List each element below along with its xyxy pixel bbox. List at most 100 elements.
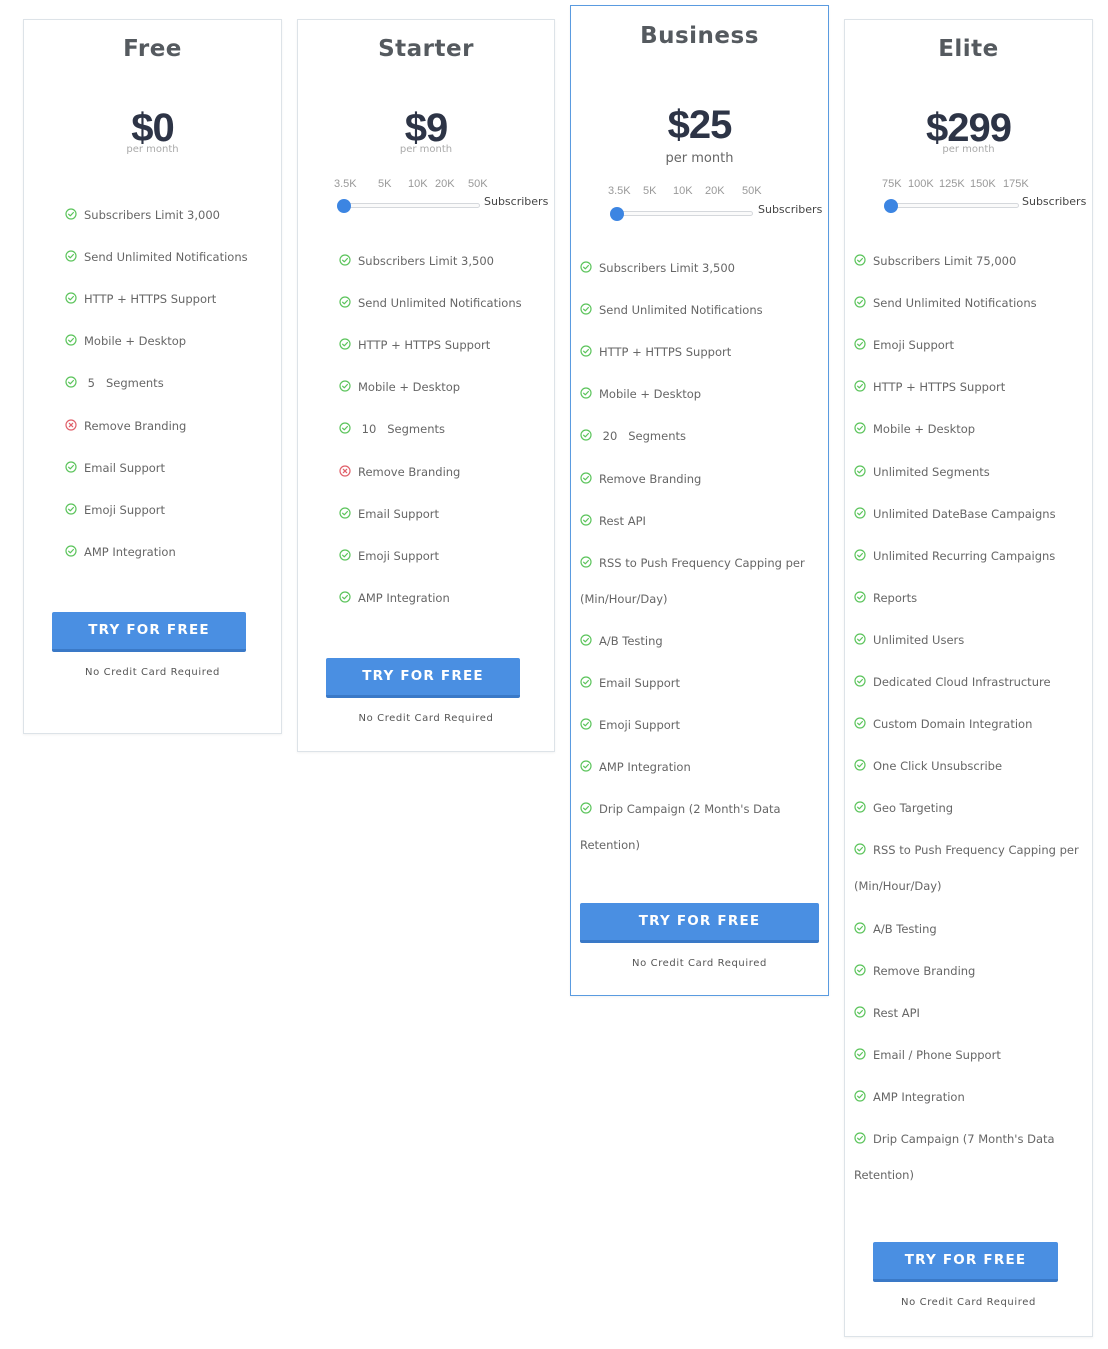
feature-item: Subscribers Limit 75,000 <box>854 254 1016 268</box>
feature-item: Custom Domain Integration <box>854 717 1032 731</box>
feature-text: Custom Domain Integration <box>873 717 1033 732</box>
check-circle-icon <box>580 261 592 273</box>
plan-name: Business <box>640 23 759 49</box>
feature-item: AMP Integration <box>65 545 176 559</box>
try-for-free-button[interactable]: TRY FOR FREE <box>580 903 819 943</box>
check-circle-icon <box>854 801 866 813</box>
slider-tick-label: 20K <box>435 178 455 190</box>
feature-text: One Click Unsubscribe <box>873 759 1003 774</box>
feature-text: Subscribers Limit 75,000 <box>873 254 1017 268</box>
feature-text: Drip Campaign (2 Month's Data <box>599 802 781 817</box>
try-for-free-button[interactable]: TRY FOR FREE <box>52 612 246 652</box>
feature-item: Reports <box>854 591 917 605</box>
check-circle-icon <box>339 549 351 561</box>
feature-item: RSS to Push Frequency Capping per (Min/Ho… <box>854 843 1079 893</box>
feature-text: Remove Branding <box>84 418 187 433</box>
check-circle-icon <box>580 303 592 315</box>
check-circle-icon <box>854 591 866 603</box>
feature-item: Rest API <box>854 1006 920 1020</box>
feature-item: Email Support <box>65 461 165 475</box>
feature-item: 10 Segments <box>339 422 445 436</box>
feature-text: Email Support <box>358 506 440 521</box>
slider-tick-label: 75K <box>882 178 902 190</box>
x-circle-icon <box>65 418 77 431</box>
feature-item: Unlimited Recurring Campaigns <box>854 549 1055 563</box>
check-circle-icon <box>854 1090 866 1102</box>
feature-text: Remove Branding <box>599 471 702 486</box>
plan-card-starter: Starter $9 per month 3.5K 5K 10K 20K 50K… <box>297 19 555 752</box>
plan-card-elite: Elite $299 per month 75K 100K 125K 150K … <box>844 19 1093 1337</box>
try-for-free-button[interactable]: TRY FOR FREE <box>873 1242 1058 1282</box>
feature-item: Remove Branding <box>854 964 975 978</box>
feature-text: Unlimited Users <box>873 632 965 647</box>
check-circle-icon <box>854 464 866 477</box>
slider-tick-label: 10K <box>408 178 428 190</box>
feature-item: AMP Integration <box>339 591 450 605</box>
feature-text: Unlimited Segments <box>873 464 990 479</box>
feature-text: Emoji Support <box>84 502 166 517</box>
slider-thumb[interactable] <box>337 199 351 213</box>
feature-text: 5 Segments <box>84 376 164 391</box>
slider-thumb[interactable] <box>884 199 898 213</box>
feature-text: AMP Integration <box>84 544 176 559</box>
subscribers-slider[interactable] <box>342 203 480 208</box>
slider-caption: Subscribers <box>1022 195 1087 208</box>
check-circle-icon <box>854 422 866 434</box>
feature-item: Subscribers Limit 3,000 <box>65 208 220 222</box>
feature-text: Dedicated Cloud Infrastructure <box>873 675 1051 689</box>
feature-text: Email Support <box>84 460 166 475</box>
subscribers-slider[interactable] <box>889 203 1019 208</box>
feature-item: Email Support <box>339 507 439 521</box>
feature-text: Rest API <box>599 513 646 528</box>
feature-text-continued: Retention) <box>580 838 640 853</box>
feature-text: Mobile + Desktop <box>599 387 702 402</box>
check-circle-icon <box>65 460 77 473</box>
feature-text: Subscribers Limit 3,000 <box>84 208 220 222</box>
check-circle-icon <box>854 963 866 976</box>
feature-text: Remove Branding <box>873 963 976 978</box>
check-circle-icon <box>580 760 592 772</box>
slider-tick-label: 5K <box>378 178 392 190</box>
feature-item: HTTP + HTTPS Support <box>854 380 1005 394</box>
feature-item: AMP Integration <box>580 760 691 774</box>
feature-item: Remove Branding <box>580 472 701 486</box>
slider-tick-label: 3.5K <box>608 185 631 197</box>
feature-text: Mobile + Desktop <box>873 422 976 437</box>
check-circle-icon <box>580 471 592 484</box>
feature-item: Mobile + Desktop <box>854 422 975 436</box>
check-circle-icon <box>65 545 77 557</box>
plan-card-business: Business $25 per month 3.5K 5K 10K 20K 5… <box>570 5 829 996</box>
feature-item: RSS to Push Frequency Capping per (Min/Ho… <box>580 556 805 606</box>
feature-item: Drip Campaign (2 Month's Data Retention) <box>580 802 781 852</box>
feature-text: Send Unlimited Notifications <box>84 250 248 265</box>
check-circle-icon <box>854 633 866 645</box>
check-circle-icon <box>854 1132 866 1144</box>
check-circle-icon <box>339 296 351 308</box>
feature-text: Remove Branding <box>358 464 461 479</box>
feature-text: HTTP + HTTPS Support <box>358 338 491 353</box>
feature-text: Send Unlimited Notifications <box>599 303 763 318</box>
check-circle-icon <box>580 345 592 357</box>
feature-text: Drip Campaign (7 Month's Data <box>873 1132 1055 1146</box>
feature-item: Subscribers Limit 3,500 <box>339 254 494 268</box>
slider-tick-label: 150K <box>970 178 996 190</box>
feature-item: Send Unlimited Notifications <box>339 296 522 310</box>
check-circle-icon <box>854 675 866 687</box>
subscribers-slider[interactable] <box>615 211 753 216</box>
check-circle-icon <box>65 250 77 262</box>
slider-thumb[interactable] <box>610 207 624 221</box>
feature-text-continued: (Min/Hour/Day) <box>580 591 668 606</box>
check-circle-icon <box>339 338 351 350</box>
feature-text: 20 Segments <box>599 429 686 444</box>
feature-text: RSS to Push Frequency Capping per <box>873 843 1079 858</box>
check-circle-icon <box>580 556 592 568</box>
check-circle-icon <box>65 208 77 220</box>
check-circle-icon <box>854 549 866 561</box>
slider-tick-label: 5K <box>643 185 657 197</box>
feature-item: Remove Branding <box>339 465 460 479</box>
feature-item: Rest API <box>580 514 646 528</box>
try-for-free-button[interactable]: TRY FOR FREE <box>326 658 520 698</box>
feature-text: 10 Segments <box>358 422 445 437</box>
feature-text: Reports <box>873 590 918 605</box>
slider-tick-labels: 75K 100K 125K 150K 175K <box>882 178 1042 192</box>
